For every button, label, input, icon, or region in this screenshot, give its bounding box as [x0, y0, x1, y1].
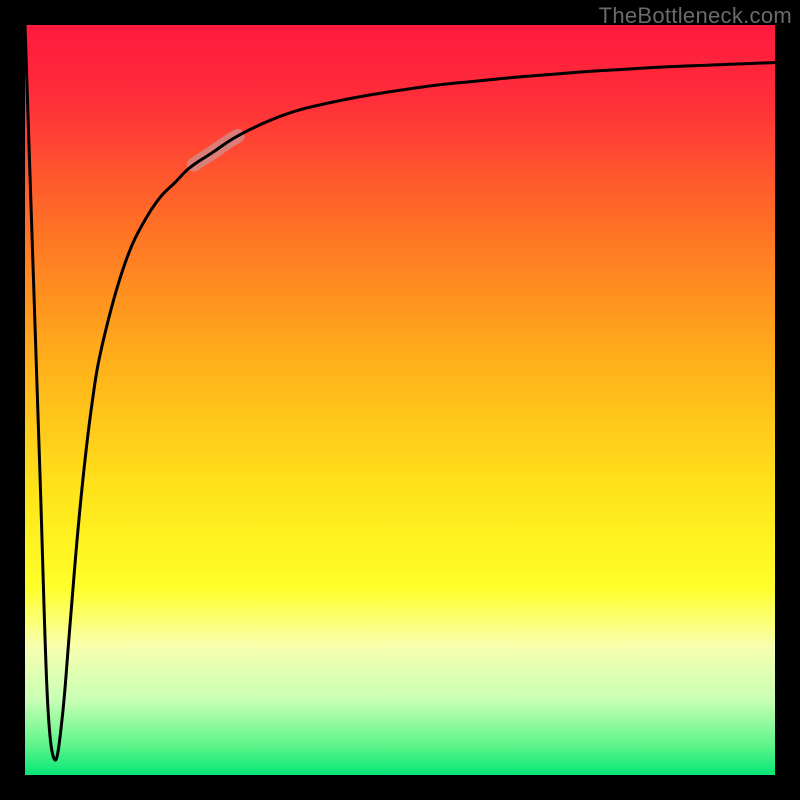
- watermark-text: TheBottleneck.com: [599, 3, 792, 29]
- plot-area: [25, 25, 775, 775]
- chart-frame: TheBottleneck.com: [0, 0, 800, 800]
- chart-svg: [25, 25, 775, 775]
